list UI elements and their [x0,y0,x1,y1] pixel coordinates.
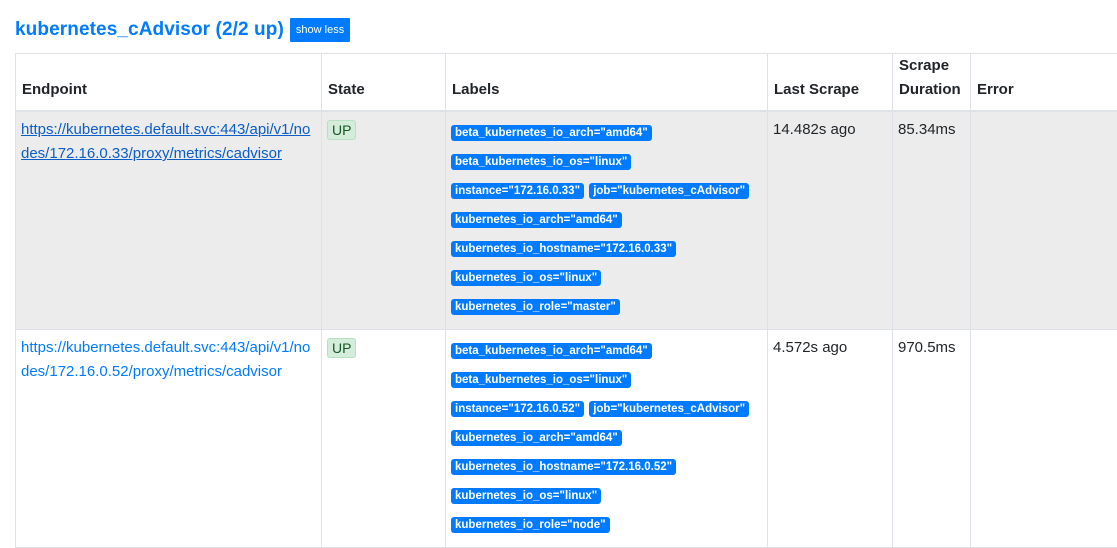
label-badge: kubernetes_io_arch="amd64" [451,212,622,228]
label-badge: beta_kubernetes_io_os="linux" [451,154,631,170]
last-scrape-cell: 14.482s ago [768,111,893,330]
endpoint-link[interactable]: https://kubernetes.default.svc:443/api/v… [21,121,310,162]
header-scrape-duration-line1: Scrape [899,57,949,74]
table-row: https://kubernetes.default.svc:443/api/v… [16,111,1117,330]
label-badge: beta_kubernetes_io_arch="amd64" [451,343,652,359]
state-badge: UP [327,338,356,358]
label-badge: beta_kubernetes_io_arch="amd64" [451,125,652,141]
label-badge: kubernetes_io_os="linux" [451,270,601,286]
pool-header: kubernetes_cAdvisor (2/2 up) show less [15,18,350,42]
endpoint-cell: https://kubernetes.default.svc:443/api/v… [16,330,322,548]
header-labels: Labels [446,54,768,112]
state-cell: UP [322,330,446,548]
label-badge: instance="172.16.0.52" [451,401,584,417]
label-badge: job="kubernetes_cAdvisor" [589,183,749,199]
endpoint-cell: https://kubernetes.default.svc:443/api/v… [16,111,322,330]
table-header-row: Endpoint State Labels Last Scrape Scrape… [16,54,1117,112]
label-badge: kubernetes_io_arch="amd64" [451,430,622,446]
last-scrape-cell: 4.572s ago [768,330,893,548]
state-badge: UP [327,120,356,140]
label-badge: kubernetes_io_role="master" [451,299,620,315]
header-scrape-duration: Scrape Duration [893,54,971,112]
header-state: State [322,54,446,112]
labels-cell: beta_kubernetes_io_arch="amd64" beta_kub… [446,330,768,548]
pool-title[interactable]: kubernetes_cAdvisor (2/2 up) [15,19,284,41]
endpoint-link[interactable]: https://kubernetes.default.svc:443/api/v… [21,339,310,380]
header-scrape-duration-line2: Duration [899,81,961,98]
error-cell [971,330,1117,548]
scrape-duration-cell: 85.34ms [893,111,971,330]
label-badge: kubernetes_io_os="linux" [451,488,601,504]
show-less-button[interactable]: show less [290,18,350,42]
table-row: https://kubernetes.default.svc:443/api/v… [16,330,1117,548]
label-badge: beta_kubernetes_io_os="linux" [451,372,631,388]
error-cell [971,111,1117,330]
label-badge: job="kubernetes_cAdvisor" [589,401,749,417]
header-error: Error [971,54,1117,112]
scrape-duration-cell: 970.5ms [893,330,971,548]
labels-cell: beta_kubernetes_io_arch="amd64" beta_kub… [446,111,768,330]
header-endpoint: Endpoint [16,54,322,112]
label-badge: kubernetes_io_hostname="172.16.0.52" [451,459,676,475]
label-badge: kubernetes_io_role="node" [451,517,610,533]
header-last-scrape: Last Scrape [768,54,893,112]
targets-table: Endpoint State Labels Last Scrape Scrape… [15,53,1117,548]
label-badge: kubernetes_io_hostname="172.16.0.33" [451,241,676,257]
label-badge: instance="172.16.0.33" [451,183,584,199]
state-cell: UP [322,111,446,330]
